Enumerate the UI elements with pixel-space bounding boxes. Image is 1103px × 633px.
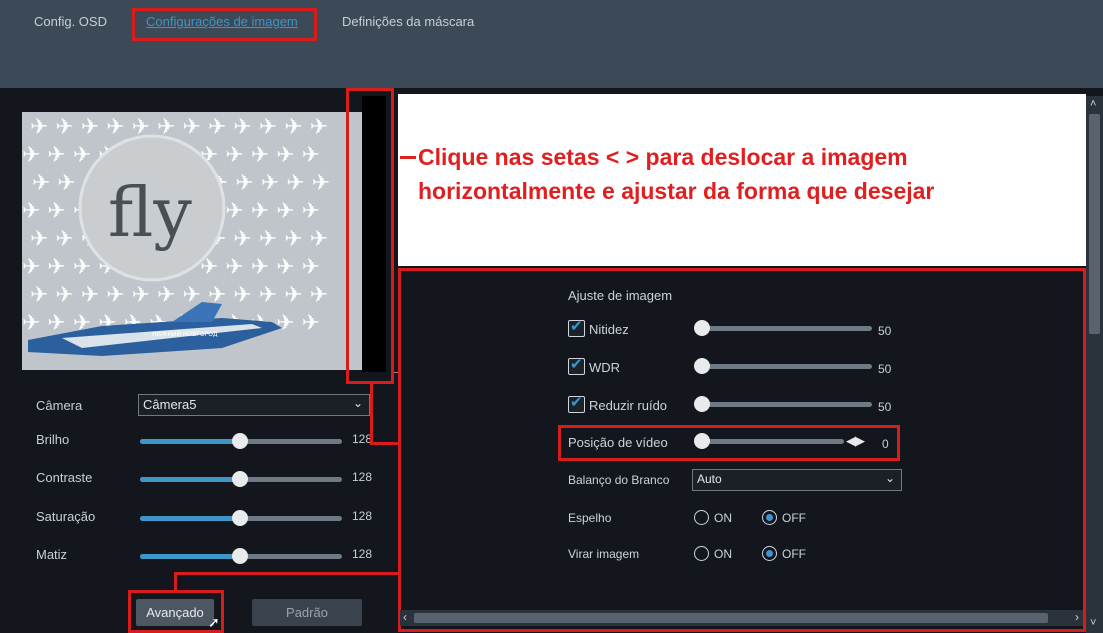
checkbox-sharpness[interactable]: ✔ xyxy=(568,318,585,337)
wdr-knob[interactable] xyxy=(694,358,710,374)
scroll-up-icon[interactable]: ˄ xyxy=(1090,98,1096,110)
chevron-down-icon: ⌄ xyxy=(352,396,363,410)
flip-off-label: OFF xyxy=(782,547,806,561)
hue-value: 128 xyxy=(352,547,373,561)
contrast-knob[interactable] xyxy=(232,471,248,487)
wdr-value: 50 xyxy=(878,362,892,376)
annotation-line xyxy=(174,572,402,575)
white-balance-value: Auto xyxy=(697,472,722,486)
video-position-label: Posição de vídeo xyxy=(568,435,668,450)
wdr-track[interactable] xyxy=(700,364,872,369)
check-icon: ✔ xyxy=(570,356,583,373)
noise-reduction-track[interactable] xyxy=(700,402,872,407)
annotation-line-2: horizontalmente e ajustar da forma que d… xyxy=(418,178,935,204)
flip-label: Virar imagem xyxy=(568,547,640,561)
annotation-text: Clique nas setas < > para deslocar a ima… xyxy=(418,140,934,208)
preview-jet-text: НИЖНИЙ НОВГОРОД xyxy=(152,331,218,338)
sharpness-value: 50 xyxy=(878,324,892,338)
sharpness-track[interactable] xyxy=(700,326,872,331)
white-balance-label: Balanço do Branco xyxy=(568,473,670,487)
cursor-icon: ➚ xyxy=(208,614,220,630)
noise-reduction-label: Reduzir ruído xyxy=(589,398,668,413)
wdr-label: WDR xyxy=(589,360,621,375)
chevron-down-icon: ⌄ xyxy=(884,471,895,485)
vertical-scrollbar[interactable]: ˄ ˅ xyxy=(1086,96,1103,633)
flip-on-label: ON xyxy=(714,547,732,561)
annotation-line-1: Clique nas setas < > para deslocar a ima… xyxy=(418,144,908,170)
brightness-fill xyxy=(140,439,241,444)
slider-label-brightness: Brilho xyxy=(36,432,70,447)
annotation-line xyxy=(370,384,373,444)
mirror-on-label: ON xyxy=(714,511,732,525)
preview-image: ✈ ✈ ✈ ✈ ✈ ✈ ✈ ✈ ✈ ✈ ✈ ✈ ✈ ✈ ✈ ✈ ✈ ✈ ✈ ✈ … xyxy=(22,112,362,370)
horizontal-scrollbar[interactable]: ‹ › xyxy=(400,610,1083,626)
annotation-pointer xyxy=(400,156,416,159)
scroll-left-icon[interactable]: ‹ xyxy=(403,610,407,624)
checkbox-wdr[interactable]: ✔ xyxy=(568,356,585,375)
default-button[interactable]: Padrão xyxy=(252,599,362,626)
hue-fill xyxy=(140,554,241,559)
horizontal-scroll-thumb[interactable] xyxy=(414,613,1048,623)
section-title: Ajuste de imagem xyxy=(568,288,673,303)
basic-sliders: Brilho 128 Contraste 128 Saturação 128 M… xyxy=(0,430,390,590)
camera-select-value: Câmera5 xyxy=(143,397,197,412)
svg-text:✈ ✈ ✈ ✈ ✈ ✈ ✈ ✈ ✈ ✈ ✈ ✈: ✈ ✈ ✈ ✈ ✈ ✈ ✈ ✈ ✈ ✈ ✈ ✈ xyxy=(30,283,328,308)
mirror-on-radio[interactable] xyxy=(694,510,709,525)
video-position-knob[interactable] xyxy=(694,433,710,449)
highlight-preview-edge xyxy=(346,88,394,384)
flip-off-radio[interactable] xyxy=(762,546,777,561)
toolbar xyxy=(0,42,1103,88)
mirror-label: Espelho xyxy=(568,511,612,525)
mirror-off-label: OFF xyxy=(782,511,806,525)
vertical-scroll-thumb[interactable] xyxy=(1089,114,1100,334)
flip-on-radio[interactable] xyxy=(694,546,709,561)
scroll-right-icon[interactable]: › xyxy=(1075,610,1079,624)
hue-knob[interactable] xyxy=(232,548,248,564)
camera-label: Câmera xyxy=(36,398,83,413)
highlight-active-tab xyxy=(132,8,317,41)
check-icon: ✔ xyxy=(570,394,583,411)
video-position-value: 0 xyxy=(882,437,889,451)
saturation-value: 128 xyxy=(352,509,373,523)
sharpness-label: Nitidez xyxy=(589,322,629,337)
noise-reduction-value: 50 xyxy=(878,400,892,414)
scroll-down-icon[interactable]: ˅ xyxy=(1090,617,1096,629)
slider-label-hue: Matiz xyxy=(36,547,68,562)
video-position-track[interactable] xyxy=(700,439,844,444)
left-right-arrows-icon[interactable]: ◀▶ xyxy=(846,433,865,449)
svg-text:✈ ✈ ✈ ✈ ✈ ✈ ✈ ✈ ✈ ✈ ✈ ✈: ✈ ✈ ✈ ✈ ✈ ✈ ✈ ✈ ✈ ✈ ✈ ✈ xyxy=(30,115,328,140)
sharpness-knob[interactable] xyxy=(694,320,710,336)
camera-preview: ✈ ✈ ✈ ✈ ✈ ✈ ✈ ✈ ✈ ✈ ✈ ✈ ✈ ✈ ✈ ✈ ✈ ✈ ✈ ✈ … xyxy=(22,112,362,370)
annotation-line xyxy=(174,572,177,592)
preview-logo-text: fly xyxy=(108,174,192,253)
tab-config-osd[interactable]: Config. OSD xyxy=(34,14,107,29)
slider-label-saturation: Saturação xyxy=(36,509,96,524)
mirror-off-radio[interactable] xyxy=(762,510,777,525)
saturation-fill xyxy=(140,516,241,521)
check-icon: ✔ xyxy=(570,318,583,335)
tab-mask-settings[interactable]: Definições da máscara xyxy=(342,14,474,29)
saturation-knob[interactable] xyxy=(232,510,248,526)
brightness-knob[interactable] xyxy=(232,433,248,449)
contrast-fill xyxy=(140,477,241,482)
noise-reduction-knob[interactable] xyxy=(694,396,710,412)
contrast-value: 128 xyxy=(352,470,373,484)
checkbox-noise-reduction[interactable]: ✔ xyxy=(568,394,585,413)
slider-label-contrast: Contraste xyxy=(36,470,93,485)
white-balance-select[interactable]: Auto ⌄ xyxy=(692,469,902,491)
camera-select[interactable]: Câmera5 ⌄ xyxy=(138,394,370,416)
